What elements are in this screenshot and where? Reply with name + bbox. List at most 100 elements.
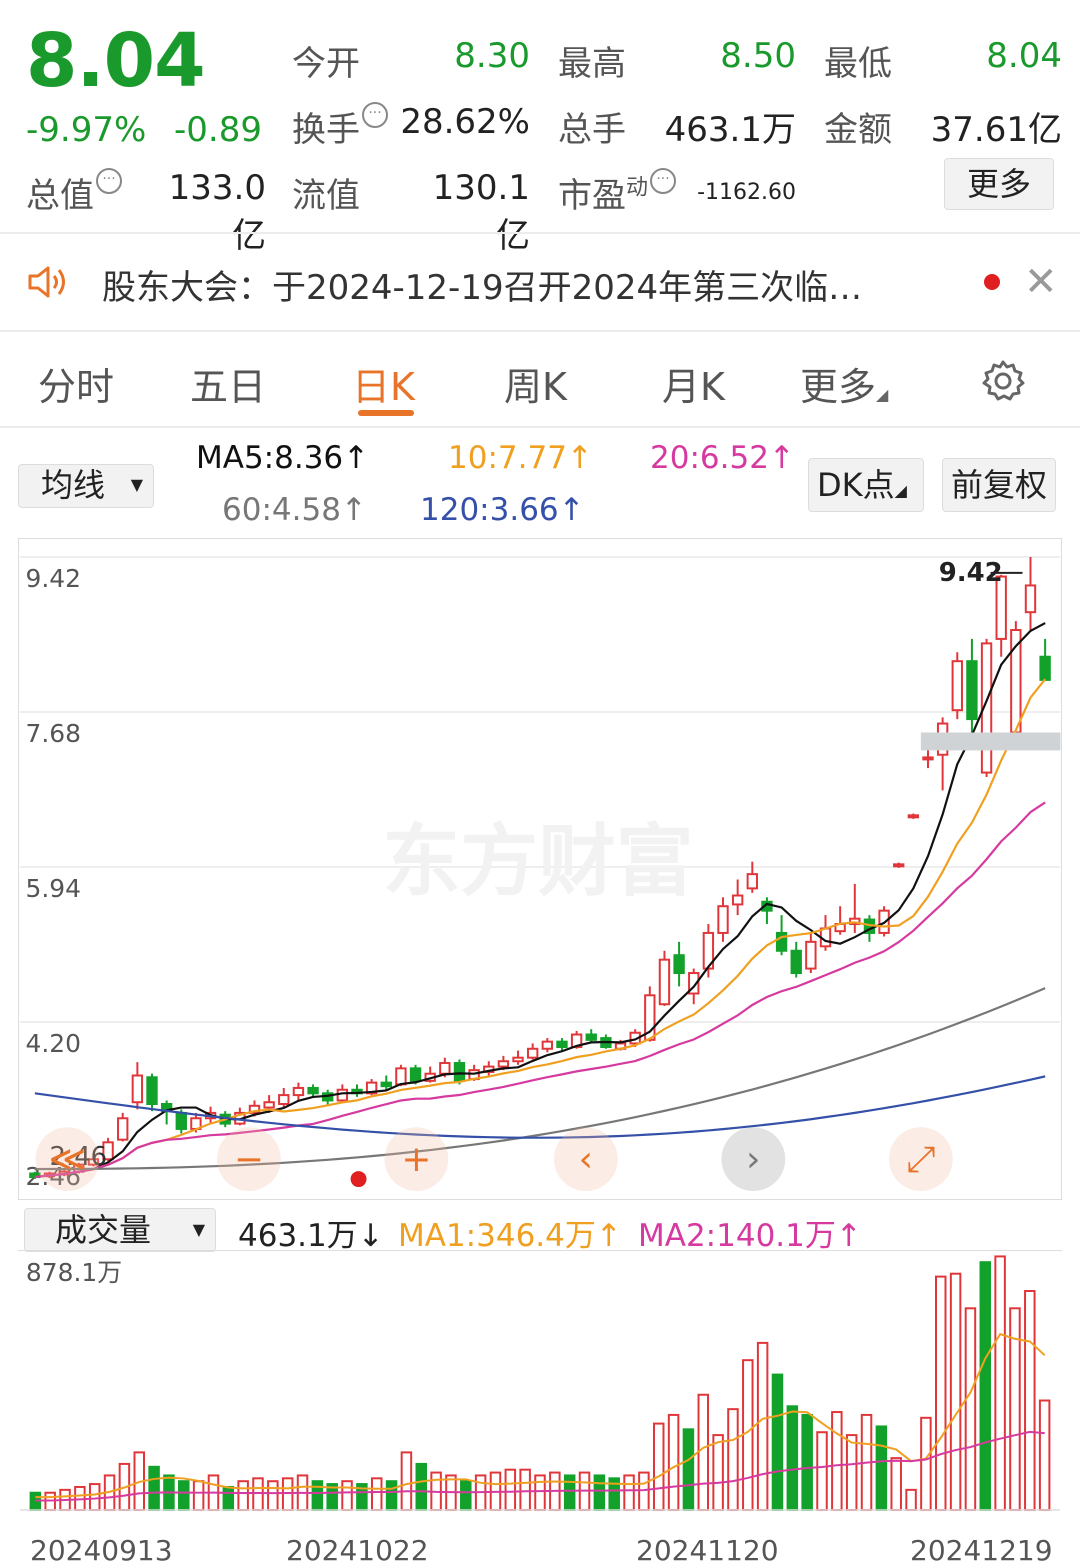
close-icon[interactable]: ✕ bbox=[1024, 262, 1058, 302]
change-abs: -0.89 bbox=[174, 110, 262, 150]
candle bbox=[336, 1088, 349, 1102]
volume-bar bbox=[682, 1428, 695, 1512]
volume-bar bbox=[534, 1474, 546, 1512]
candle bbox=[731, 894, 744, 906]
tab-intraday[interactable]: 分时 bbox=[38, 356, 114, 411]
ma10-value: 10:7.77↑ bbox=[448, 440, 593, 476]
active-tab-indicator bbox=[358, 410, 414, 416]
volume-chart: 878.1万 bbox=[18, 1250, 1062, 1512]
candle bbox=[585, 1033, 597, 1041]
volume-ma1: MA1:346.4万↑ bbox=[398, 1218, 622, 1254]
last-price: 8.04 bbox=[26, 18, 206, 104]
tab-monthly-k[interactable]: 月K bbox=[662, 356, 725, 411]
candle bbox=[512, 1056, 524, 1063]
volume-bar bbox=[370, 1477, 383, 1512]
date-label: 20241120 bbox=[636, 1534, 779, 1562]
prev-icon[interactable]: ‹ bbox=[553, 1127, 618, 1192]
minus-icon-glyph[interactable]: − bbox=[234, 1139, 264, 1180]
amount-value: 37.61亿 bbox=[930, 110, 1062, 150]
volume-bar bbox=[845, 1434, 858, 1512]
volume-bar bbox=[460, 1480, 472, 1512]
date-label: 20241022 bbox=[286, 1534, 429, 1562]
candle bbox=[893, 863, 905, 868]
volume-header: 成交量 ▼ 463.1万↓ MA1:346.4万↑ MA2:140.1万↑ bbox=[0, 1202, 1080, 1254]
volume-ma2: MA2:140.1万↑ bbox=[638, 1218, 862, 1254]
adjust-button[interactable]: 前复权 bbox=[942, 458, 1056, 512]
gear-icon[interactable] bbox=[980, 358, 1026, 404]
volume-bar bbox=[178, 1480, 190, 1512]
volume-bar bbox=[623, 1474, 635, 1512]
candle bbox=[263, 1101, 275, 1109]
plus-icon[interactable]: + bbox=[384, 1127, 449, 1192]
candle bbox=[1039, 655, 1051, 681]
candle bbox=[307, 1086, 319, 1095]
candle bbox=[395, 1067, 407, 1086]
volume-bar bbox=[712, 1434, 724, 1512]
candle bbox=[526, 1047, 539, 1059]
volume-bar bbox=[964, 1307, 977, 1512]
low-label: 最低 bbox=[824, 44, 892, 84]
volume-bar bbox=[415, 1462, 428, 1512]
candle bbox=[409, 1067, 422, 1082]
next-icon-glyph[interactable]: › bbox=[746, 1139, 760, 1180]
price-axis-label: 9.42 bbox=[26, 564, 81, 593]
candlestick-chart[interactable]: 9.427.685.944.202.46东方财富9.422.46≪−+‹›⤢ bbox=[18, 538, 1062, 1200]
volume-bar bbox=[1024, 1290, 1036, 1512]
info-icon[interactable]: ··· bbox=[96, 168, 122, 194]
ma20-value: 20:6.52↑ bbox=[650, 440, 795, 476]
volume-bar bbox=[237, 1480, 249, 1512]
candle bbox=[497, 1060, 510, 1068]
candle bbox=[746, 873, 758, 890]
more-button[interactable]: 更多 bbox=[944, 158, 1054, 210]
fullscreen-icon[interactable]: ⤢ bbox=[888, 1127, 953, 1192]
volume-current: 463.1万↓ bbox=[238, 1218, 384, 1254]
plus-icon-glyph[interactable]: + bbox=[401, 1139, 431, 1180]
volume-bar bbox=[311, 1480, 324, 1512]
minus-icon[interactable]: − bbox=[216, 1127, 281, 1192]
price-axis-label: 7.68 bbox=[26, 719, 81, 748]
low-value: 8.04 bbox=[986, 36, 1062, 76]
volume-bar bbox=[222, 1485, 235, 1512]
tab-five-day[interactable]: 五日 bbox=[190, 356, 266, 411]
candle bbox=[951, 660, 963, 712]
notice-text: 股东大会：于2024-12-19召开2024年第三次临… bbox=[102, 268, 863, 308]
volume-bar bbox=[400, 1451, 413, 1512]
volume-bar bbox=[816, 1431, 828, 1512]
volume-bar bbox=[697, 1393, 710, 1512]
candle bbox=[278, 1094, 290, 1106]
quote-panel: 8.04 -9.97% -0.89 今开 8.30 最高 8.50 最低 8.0… bbox=[0, 0, 1080, 256]
tab-daily-k[interactable]: 日K bbox=[352, 356, 415, 411]
volume-bar bbox=[638, 1471, 650, 1512]
zoom-out-icon[interactable]: ≪ bbox=[35, 1127, 100, 1192]
ma120-value: 120:3.66↑ bbox=[420, 492, 585, 528]
notice-bar[interactable]: 股东大会：于2024-12-19召开2024年第三次临… bbox=[0, 236, 1080, 328]
volume-bar bbox=[504, 1468, 517, 1512]
ma10-line bbox=[34, 678, 1047, 1179]
indicator-select[interactable]: 均线 ▼ bbox=[18, 464, 154, 508]
prev-icon-glyph[interactable]: ‹ bbox=[579, 1139, 593, 1180]
volume-bar bbox=[192, 1480, 205, 1512]
volume-bar bbox=[905, 1488, 917, 1512]
tab-more[interactable]: 更多◢ bbox=[800, 356, 888, 411]
open-label: 今开 bbox=[292, 44, 360, 84]
turnover-value: 28.62% bbox=[400, 102, 530, 142]
candle bbox=[717, 905, 729, 934]
tab-weekly-k[interactable]: 周K bbox=[504, 356, 567, 411]
volume-bar bbox=[563, 1474, 576, 1512]
volume-bar bbox=[979, 1261, 992, 1512]
dk-point-button[interactable]: DK点◢ bbox=[808, 458, 924, 512]
next-icon[interactable]: › bbox=[721, 1127, 786, 1192]
volume-bar bbox=[519, 1468, 531, 1512]
candle bbox=[673, 954, 685, 975]
pe-label: 市盈动 ··· bbox=[558, 168, 677, 217]
info-icon[interactable]: ··· bbox=[650, 168, 677, 194]
info-icon[interactable]: ··· bbox=[362, 102, 388, 128]
candle bbox=[117, 1117, 129, 1141]
fullscreen-icon-glyph[interactable]: ⤢ bbox=[906, 1139, 935, 1180]
volume-bar bbox=[771, 1373, 784, 1512]
volume-select[interactable]: 成交量 ▼ bbox=[24, 1208, 216, 1252]
volume-bar bbox=[267, 1480, 279, 1512]
mktcap-label: 总值 ··· bbox=[26, 168, 122, 217]
volume-bar bbox=[1038, 1399, 1051, 1512]
zoom-out-icon-glyph[interactable]: ≪ bbox=[49, 1139, 87, 1180]
